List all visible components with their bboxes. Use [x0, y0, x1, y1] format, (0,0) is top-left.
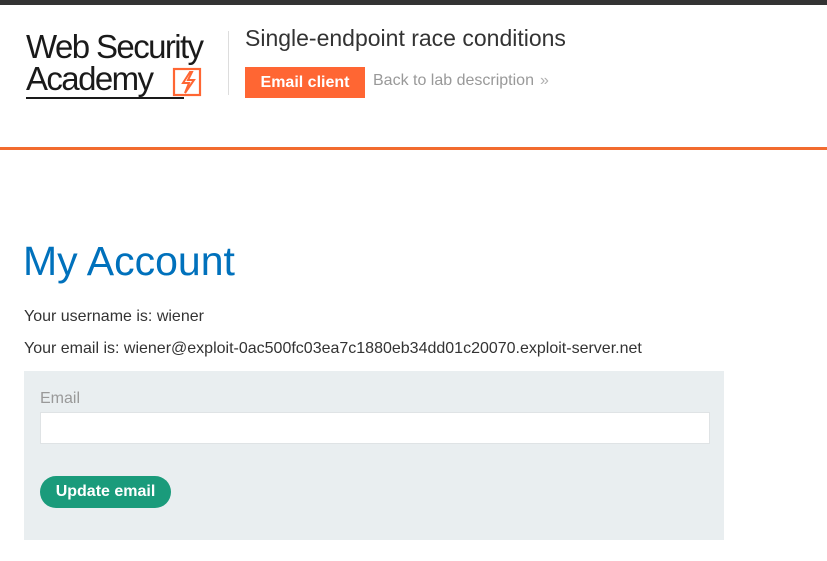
header-separator [228, 31, 229, 95]
page-title: My Account [23, 238, 235, 284]
email-text: Your email is: wiener@exploit-0ac500fc03… [24, 340, 642, 357]
header-divider [0, 147, 827, 150]
lab-title: Single-endpoint race conditions [245, 25, 566, 51]
email-label: Email [40, 390, 81, 407]
logo-underline [26, 97, 184, 99]
update-email-button[interactable]: Update email [40, 476, 171, 508]
change-email-form: Email Update email [24, 371, 724, 540]
back-link-label: Back to lab description [373, 72, 534, 89]
back-to-lab-description-link[interactable]: Back to lab description » [373, 72, 549, 90]
web-security-academy-logo[interactable]: Web Security Academy [26, 27, 226, 105]
logo-line-2: Academy [26, 60, 154, 97]
email-client-button[interactable]: Email client [245, 67, 365, 98]
username-text: Your username is: wiener [24, 308, 204, 325]
double-chevron-right-icon: » [539, 72, 549, 89]
lightning-bolt-icon [172, 67, 202, 97]
email-input[interactable] [40, 412, 710, 444]
site-header: Web Security Academy Single-endpoint rac… [0, 5, 827, 147]
